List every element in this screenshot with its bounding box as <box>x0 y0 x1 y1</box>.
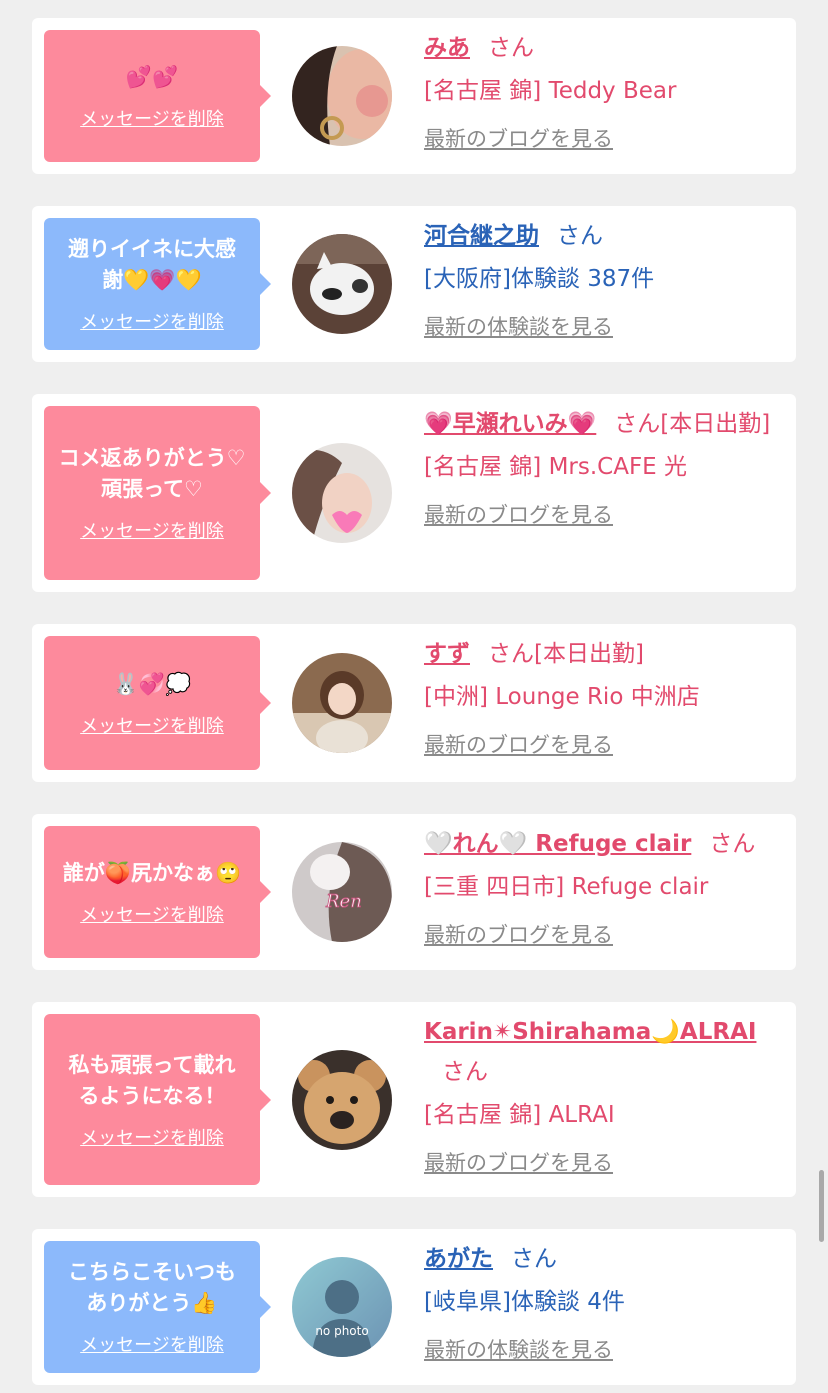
latest-report-link[interactable]: 最新の体験談を見る <box>424 1334 613 1364</box>
delete-message-link[interactable]: メッセージを削除 <box>80 901 224 927</box>
message-bubble: 💕💕 メッセージを削除 <box>44 30 271 162</box>
sender-info: Karin✴Shirahama🌙ALRAI さん [名古屋 錦] ALRAI 最新… <box>424 1012 788 1177</box>
honorific: さん[本日出勤] <box>488 641 644 667</box>
avatar[interactable] <box>292 653 392 753</box>
avatar-signature: Ren <box>325 891 362 912</box>
sender-name-line: あがた さん <box>424 1239 788 1279</box>
delete-message-link[interactable]: メッセージを削除 <box>80 1331 224 1357</box>
message-text: 💕💕 <box>125 64 179 89</box>
message-card: 💕💕 メッセージを削除 みあ さん [名古屋 錦] Teddy Bear 最新のブ… <box>32 18 796 174</box>
sender-name-line: みあ さん <box>424 28 788 68</box>
sender-info: 💗早瀬れいみ💗 さん[本日出勤] [名古屋 錦] Mrs.CAFE 光 最新のブロ… <box>424 404 788 529</box>
latest-report-link[interactable]: 最新の体験談を見る <box>424 311 613 341</box>
no-photo-label: no photo <box>315 1324 368 1338</box>
sender-name-link[interactable]: 河合継之助 <box>424 223 539 249</box>
delete-message-link[interactable]: メッセージを削除 <box>80 105 224 131</box>
message-bubble: コメ返ありがとう♡頑張って♡ メッセージを削除 <box>44 406 271 580</box>
sender-name-link[interactable]: Karin✴Shirahama🌙ALRAI <box>424 1019 756 1045</box>
shop-label: [名古屋 錦] ALRAI <box>424 1102 615 1128</box>
sender-info: すず さん[本日出勤] [中洲] Lounge Rio 中洲店 最新のブログを見る <box>424 634 788 759</box>
honorific: さん <box>709 831 756 857</box>
avatar[interactable]: Ren <box>292 842 392 942</box>
avatar[interactable] <box>292 234 392 334</box>
latest-blog-link[interactable]: 最新のブログを見る <box>424 729 613 759</box>
sender-name-link[interactable]: 💗早瀬れいみ💗 <box>424 411 596 437</box>
message-card: 🐰💞💭 メッセージを削除 すず さん[本日出勤] [中洲] Lounge Rio … <box>32 624 796 782</box>
sender-name-line: Karin✴Shirahama🌙ALRAI さん <box>424 1012 788 1092</box>
message-card: 私も頑張って載れるようになる！ メッセージを削除 Karin✴Shirahama… <box>32 1002 796 1197</box>
latest-blog-link[interactable]: 最新のブログを見る <box>424 1147 613 1177</box>
avatar[interactable] <box>292 1050 392 1150</box>
honorific: さん <box>557 223 603 249</box>
sender-name-line: 💗早瀬れいみ💗 さん[本日出勤] <box>424 404 788 444</box>
message-bubble: 私も頑張って載れるようになる！ メッセージを削除 <box>44 1014 271 1185</box>
message-bubble: こちらこそいつもありがとう👍 メッセージを削除 <box>44 1241 271 1373</box>
delete-message-link[interactable]: メッセージを削除 <box>80 308 224 334</box>
avatar[interactable]: no photo <box>292 1257 392 1357</box>
message-bubble: 誰が🍑尻かなぁ🙄 メッセージを削除 <box>44 826 271 958</box>
sender-name-link[interactable]: すず <box>424 641 470 667</box>
sender-name-link[interactable]: あがた <box>424 1246 493 1272</box>
message-card: 遡りイイネに大感謝💛💗💛 メッセージを削除 河合継之助 さん [大阪府]体験談 3… <box>32 206 796 362</box>
message-text: 私も頑張って載れるようになる！ <box>68 1052 236 1108</box>
latest-blog-link[interactable]: 最新のブログを見る <box>424 499 613 529</box>
sender-name-link[interactable]: みあ <box>424 35 470 61</box>
message-text: コメ返ありがとう♡頑張って♡ <box>58 446 246 501</box>
honorific: さん <box>511 1246 557 1272</box>
sender-name-link[interactable]: 🤍れん🤍 Refuge clair <box>424 831 691 857</box>
message-bubble: 🐰💞💭 メッセージを削除 <box>44 636 271 770</box>
sender-info: 河合継之助 さん [大阪府]体験談 387件 最新の体験談を見る <box>424 216 788 341</box>
latest-blog-link[interactable]: 最新のブログを見る <box>424 123 613 153</box>
shop-label: [名古屋 錦] Teddy Bear <box>424 78 677 104</box>
avatar[interactable] <box>292 443 392 543</box>
scrollbar[interactable] <box>819 1170 824 1242</box>
message-card: こちらこそいつもありがとう👍 メッセージを削除 no photo あがた さん [… <box>32 1229 796 1385</box>
message-bubble: 遡りイイネに大感謝💛💗💛 メッセージを削除 <box>44 218 271 350</box>
latest-blog-link[interactable]: 最新のブログを見る <box>424 919 613 949</box>
message-text: 🐰💞💭 <box>112 671 192 696</box>
honorific: さん <box>488 35 534 61</box>
sender-info: あがた さん [岐阜県]体験談 4件 最新の体験談を見る <box>424 1239 788 1364</box>
delete-message-link[interactable]: メッセージを削除 <box>80 712 224 738</box>
sender-info: 🤍れん🤍 Refuge clair さん [三重 四日市] Refuge clai… <box>424 824 788 949</box>
shop-label: [三重 四日市] Refuge clair <box>424 874 709 900</box>
sender-name-line: 河合継之助 さん <box>424 216 788 256</box>
message-text: こちらこそいつもありがとう👍 <box>68 1260 236 1315</box>
message-text: 誰が🍑尻かなぁ🙄 <box>62 860 242 885</box>
sender-name-line: すず さん[本日出勤] <box>424 634 788 674</box>
shop-label: [中洲] Lounge Rio 中洲店 <box>424 684 700 710</box>
message-text: 遡りイイネに大感謝💛💗💛 <box>68 237 236 292</box>
delete-message-link[interactable]: メッセージを削除 <box>80 517 224 543</box>
shop-label: [大阪府]体験談 387件 <box>424 266 655 292</box>
shop-label: [岐阜県]体験談 4件 <box>424 1289 625 1315</box>
shop-label: [名古屋 錦] Mrs.CAFE 光 <box>424 454 688 480</box>
sender-name-line: 🤍れん🤍 Refuge clair さん <box>424 824 788 864</box>
sender-info: みあ さん [名古屋 錦] Teddy Bear 最新のブログを見る <box>424 28 788 153</box>
message-card: コメ返ありがとう♡頑張って♡ メッセージを削除 💗早瀬れいみ💗 さん[本日出勤] … <box>32 394 796 592</box>
honorific: さん <box>442 1059 488 1085</box>
avatar[interactable] <box>292 46 392 146</box>
honorific: さん[本日出勤] <box>614 411 771 437</box>
message-card: 誰が🍑尻かなぁ🙄 メッセージを削除 Ren 🤍れん🤍 Refuge clair さ… <box>32 814 796 970</box>
delete-message-link[interactable]: メッセージを削除 <box>80 1124 224 1150</box>
